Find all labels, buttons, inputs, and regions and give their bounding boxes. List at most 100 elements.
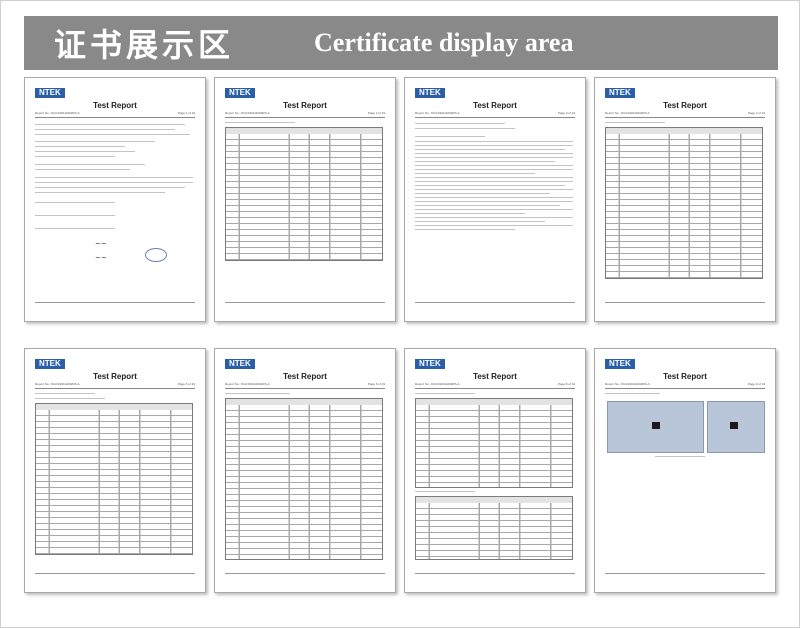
text-line: [415, 225, 573, 226]
text-line: [35, 156, 115, 157]
text-line: [415, 213, 525, 214]
text-line: [35, 393, 95, 394]
text-line: [415, 229, 515, 230]
results-table: [225, 398, 383, 560]
ntek-logo: NTEK: [605, 88, 635, 98]
report-meta: Report No.: DGC190111002RS-A Page 3 of 1…: [415, 111, 575, 115]
sample-photo: [607, 401, 704, 453]
text-line: [415, 197, 573, 198]
text-line: [415, 169, 573, 170]
table-header: [416, 399, 572, 405]
text-line: [415, 209, 573, 210]
text-line: [415, 136, 485, 137]
text-line: [415, 149, 565, 150]
page-footer: [225, 573, 385, 584]
text-line: [415, 141, 573, 142]
header-banner: 证书展示区 Certificate display area: [24, 16, 778, 70]
certificate-page-8[interactable]: NTEK Test Report Report No.: DGC19011100…: [594, 348, 776, 593]
header-rule: [35, 117, 195, 118]
text-line: [415, 123, 505, 124]
certificate-page-6[interactable]: NTEK Test Report Report No.: DGC19011100…: [214, 348, 396, 593]
text-line: [35, 129, 175, 130]
page-footer: [35, 302, 195, 313]
text-line: [415, 161, 555, 162]
report-title: Test Report: [663, 101, 707, 110]
ntek-logo: NTEK: [35, 88, 65, 98]
sample-chip: [652, 422, 660, 429]
page-footer: [415, 573, 575, 584]
report-title: Test Report: [93, 372, 137, 381]
text-line: [35, 146, 125, 147]
text-line: [415, 185, 565, 186]
report-meta: Report No.: DGC190111002RS-A Page 6 of 1…: [225, 382, 385, 386]
ntek-logo: NTEK: [605, 359, 635, 369]
text-line: [415, 217, 573, 218]
certificate-page-3[interactable]: NTEK Test Report Report No.: DGC19011100…: [404, 77, 586, 322]
text-line: [415, 491, 475, 492]
report-meta: Report No.: DGC190111002RS-A Page 4 of 1…: [605, 111, 765, 115]
text-line: [35, 187, 185, 188]
page-number: Page 4 of 19: [747, 111, 765, 115]
text-line: [415, 221, 545, 222]
text-line: [35, 398, 105, 399]
report-number: Report No.: DGC190111002RS-A: [225, 382, 270, 386]
text-line: [415, 193, 550, 194]
text-line: [225, 393, 290, 394]
report-title: Test Report: [473, 372, 517, 381]
ntek-logo: NTEK: [415, 88, 445, 98]
text-line: [415, 145, 573, 146]
text-line: [605, 393, 660, 394]
table-header: [416, 497, 572, 503]
text-line: [35, 151, 135, 152]
certificate-page-4[interactable]: NTEK Test Report Report No.: DGC19011100…: [594, 77, 776, 322]
report-number: Report No.: DGC190111002RS-A: [35, 111, 80, 115]
certificate-page-5[interactable]: NTEK Test Report Report No.: DGC19011100…: [24, 348, 206, 593]
results-table: [35, 403, 193, 555]
header-rule: [35, 388, 195, 389]
results-table: [225, 127, 383, 261]
report-number: Report No.: DGC190111002RS-A: [605, 111, 650, 115]
banner-title-en: Certificate display area: [314, 28, 574, 57]
stamp-mark: [145, 248, 167, 262]
text-line: [35, 164, 145, 165]
report-title: Test Report: [283, 101, 327, 110]
results-table: [605, 127, 763, 279]
text-line: [35, 124, 185, 125]
text-line: [35, 202, 115, 203]
page-footer: [225, 302, 385, 313]
page-number: Page 2 of 19: [367, 111, 385, 115]
table-header: [36, 404, 192, 410]
report-title: Test Report: [93, 101, 137, 110]
text-line: [415, 128, 515, 129]
text-line: [415, 181, 573, 182]
report-meta: Report No.: DGC190111002RS-A Page 5 of 1…: [35, 382, 195, 386]
page-number: Page 6 of 19: [367, 382, 385, 386]
ntek-logo: NTEK: [225, 359, 255, 369]
report-number: Report No.: DGC190111002RS-A: [415, 111, 460, 115]
report-number: Report No.: DGC190111002RS-A: [225, 111, 270, 115]
certificate-page-2[interactable]: NTEK Test Report Report No.: DGC19011100…: [214, 77, 396, 322]
text-line: [415, 153, 573, 154]
header-rule: [605, 117, 765, 118]
ntek-logo: NTEK: [225, 88, 255, 98]
report-meta: Report No.: DGC190111002RS-A Page 8 of 1…: [415, 382, 575, 386]
report-title: Test Report: [473, 101, 517, 110]
text-line: [225, 122, 295, 123]
text-line: [415, 177, 573, 178]
text-line: [415, 157, 573, 158]
sample-chip: [730, 422, 738, 429]
header-rule: [415, 388, 575, 389]
page-number: Page 1 of 19: [177, 111, 195, 115]
report-meta: Report No.: DGC190111002RS-A Page 9 of 1…: [605, 382, 765, 386]
certificate-page-7[interactable]: NTEK Test Report Report No.: DGC19011100…: [404, 348, 586, 593]
report-title: Test Report: [663, 372, 707, 381]
text-line: [35, 228, 115, 229]
signature-mark: ~~: [95, 240, 107, 248]
certificate-page-1[interactable]: NTEK Test Report Report No.: DGC19011100…: [24, 77, 206, 322]
report-number: Report No.: DGC190111002RS-A: [415, 382, 460, 386]
text-line: [35, 134, 190, 135]
text-line: [35, 182, 193, 183]
results-table: [415, 496, 573, 560]
page-footer: [605, 302, 765, 313]
page-number: Page 3 of 19: [557, 111, 575, 115]
